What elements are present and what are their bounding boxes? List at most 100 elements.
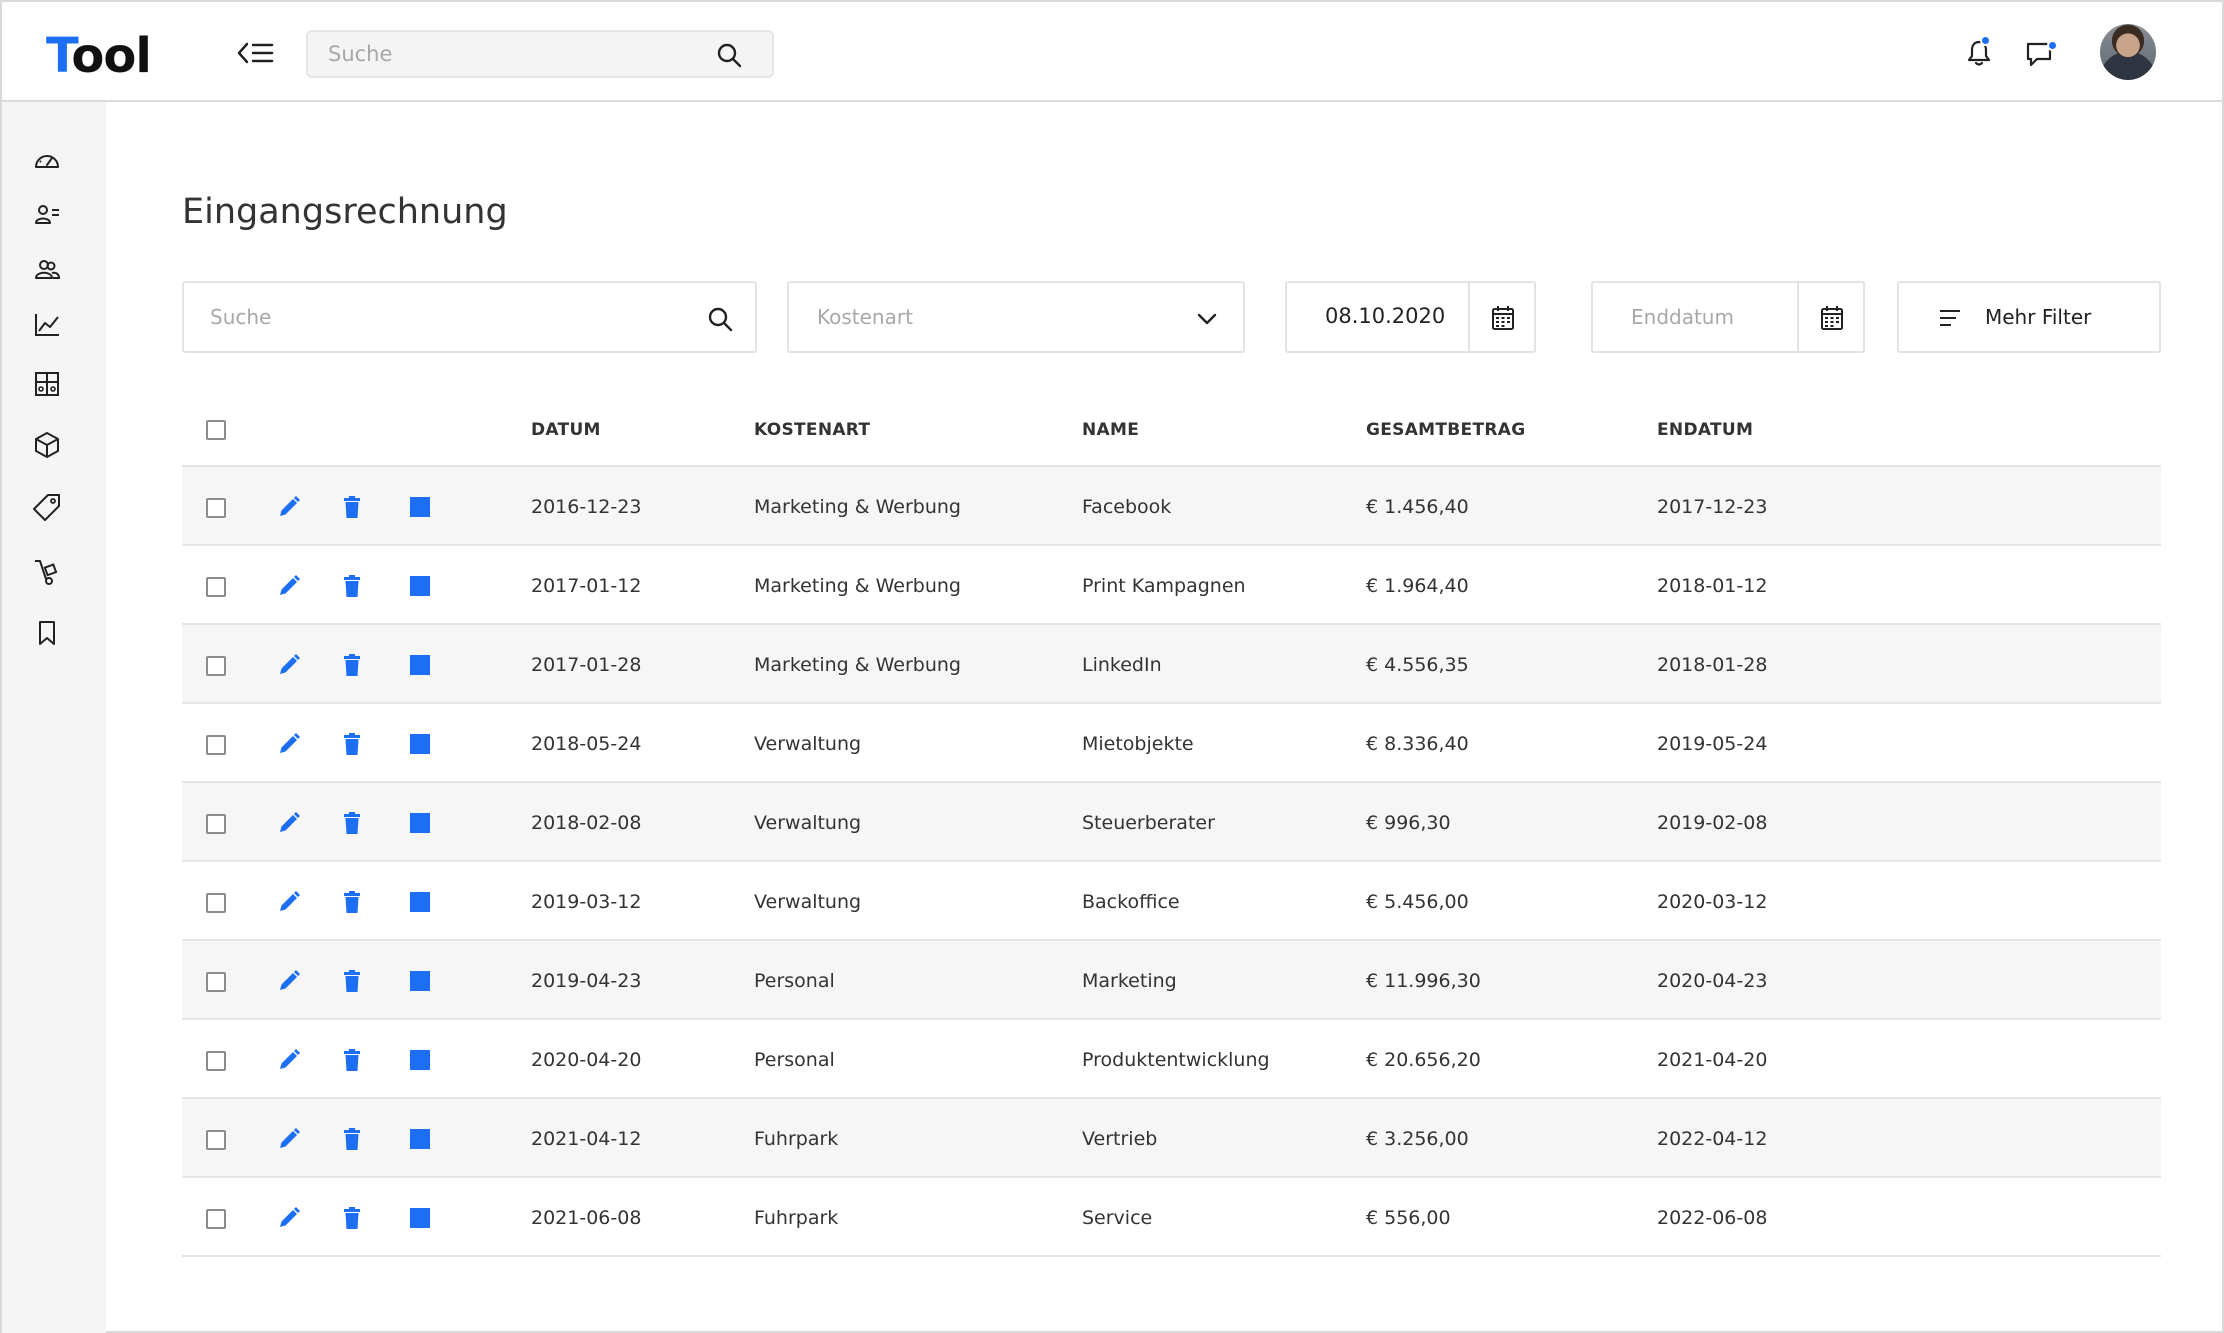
document-square-icon[interactable] — [408, 1127, 432, 1151]
chart-line-icon[interactable] — [32, 310, 62, 340]
row-checkbox[interactable] — [206, 972, 226, 992]
row-checkbox[interactable] — [206, 1130, 226, 1150]
cell-datum: 2017-01-12 — [531, 575, 642, 597]
end-date-calendar-button[interactable] — [1797, 281, 1865, 353]
end-date-field[interactable]: Enddatum — [1591, 281, 1865, 353]
more-filters-button[interactable]: Mehr Filter — [1897, 281, 2161, 353]
table-row[interactable]: 2021-04-12 Fuhrpark Vertrieb € 3.256,00 2022… — [182, 1099, 2161, 1178]
table-row[interactable]: 2019-04-23 Personal Marketing € 11.996,30 20… — [182, 941, 2161, 1020]
table-row[interactable]: 2018-02-08 Verwaltung Steuerberater € 996,3… — [182, 783, 2161, 862]
trash-delete-icon[interactable] — [340, 653, 364, 677]
document-square-icon[interactable] — [408, 732, 432, 756]
contacts-list-icon[interactable] — [32, 200, 62, 230]
cell-name: LinkedIn — [1082, 654, 1162, 676]
users-group-icon[interactable] — [32, 254, 62, 284]
pencil-edit-icon[interactable] — [277, 574, 301, 598]
start-date-field[interactable]: 08.10.2020 — [1285, 281, 1536, 353]
cell-name: Service — [1082, 1207, 1153, 1229]
hand-truck-icon[interactable] — [32, 557, 62, 587]
trash-delete-icon[interactable] — [340, 811, 364, 835]
global-search-input[interactable] — [328, 38, 708, 70]
trash-delete-icon[interactable] — [340, 969, 364, 993]
table-row[interactable]: 2020-04-20 Personal Produktentwicklung € 20… — [182, 1020, 2161, 1099]
table-row[interactable]: 2017-01-28 Marketing & Werbung LinkedIn € 4… — [182, 625, 2161, 704]
trash-delete-icon[interactable] — [340, 574, 364, 598]
sidebar — [2, 102, 106, 1333]
collapse-menu-icon[interactable] — [236, 38, 276, 68]
package-box-icon[interactable] — [32, 430, 62, 460]
chat-icon[interactable] — [2024, 38, 2058, 70]
layout-grid-icon[interactable] — [32, 369, 62, 399]
cell-datum: 2016-12-23 — [531, 496, 642, 518]
pencil-edit-icon[interactable] — [277, 811, 301, 835]
table-row[interactable]: 2016-12-23 Marketing & Werbung Facebook € 1… — [182, 467, 2161, 546]
document-square-icon[interactable] — [408, 653, 432, 677]
search-icon[interactable] — [716, 42, 742, 68]
user-avatar[interactable] — [2100, 24, 2156, 80]
select-all-checkbox[interactable] — [206, 420, 226, 440]
column-header-datum[interactable]: DATUM — [531, 420, 601, 440]
document-square-icon[interactable] — [408, 1048, 432, 1072]
cell-kostenart: Verwaltung — [754, 891, 862, 913]
pencil-edit-icon[interactable] — [277, 1206, 301, 1230]
column-header-name[interactable]: NAME — [1082, 420, 1139, 440]
trash-delete-icon[interactable] — [340, 1127, 364, 1151]
dashboard-gauge-icon[interactable] — [32, 147, 62, 177]
table-row[interactable]: 2021-06-08 Fuhrpark Service € 556,00 2022-06… — [182, 1178, 2161, 1257]
row-checkbox[interactable] — [206, 735, 226, 755]
bell-icon[interactable] — [1964, 35, 1994, 68]
table-row[interactable]: 2017-01-12 Marketing & Werbung Print Kampa… — [182, 546, 2161, 625]
cell-enddatum: 2022-04-12 — [1657, 1128, 1768, 1150]
document-square-icon[interactable] — [408, 811, 432, 835]
trash-delete-icon[interactable] — [340, 890, 364, 914]
row-checkbox[interactable] — [206, 1051, 226, 1071]
column-header-enddatum[interactable]: ENDATUM — [1657, 420, 1753, 440]
trash-delete-icon[interactable] — [340, 1048, 364, 1072]
document-square-icon[interactable] — [408, 1206, 432, 1230]
cell-gesamtbetrag: € 4.556,35 — [1366, 654, 1469, 676]
start-date-calendar-button[interactable] — [1468, 281, 1536, 353]
cell-enddatum: 2018-01-28 — [1657, 654, 1768, 676]
row-checkbox[interactable] — [206, 814, 226, 834]
app-logo[interactable]: Tool — [46, 28, 152, 84]
row-checkbox[interactable] — [206, 893, 226, 913]
row-checkbox[interactable] — [206, 1209, 226, 1229]
cell-enddatum: 2018-01-12 — [1657, 575, 1768, 597]
kostenart-select[interactable]: Kostenart — [787, 281, 1245, 353]
row-checkbox[interactable] — [206, 656, 226, 676]
cell-kostenart: Marketing & Werbung — [754, 575, 961, 597]
table-row[interactable]: 2019-03-12 Verwaltung Backoffice € 5.456,00… — [182, 862, 2161, 941]
document-square-icon[interactable] — [408, 495, 432, 519]
document-square-icon[interactable] — [408, 574, 432, 598]
cell-name: Backoffice — [1082, 891, 1180, 913]
cell-enddatum: 2017-12-23 — [1657, 496, 1768, 518]
price-tag-icon[interactable] — [32, 492, 62, 522]
table-row[interactable]: 2018-05-24 Verwaltung Mietobjekte € 8.336,4… — [182, 704, 2161, 783]
document-square-icon[interactable] — [408, 890, 432, 914]
pencil-edit-icon[interactable] — [277, 1048, 301, 1072]
cell-gesamtbetrag: € 11.996,30 — [1366, 970, 1481, 992]
filter-lines-icon — [1940, 310, 1960, 326]
row-checkbox[interactable] — [206, 498, 226, 518]
pencil-edit-icon[interactable] — [277, 495, 301, 519]
bookmark-icon[interactable] — [32, 618, 62, 648]
column-header-kostenart[interactable]: KOSTENART — [754, 420, 870, 440]
row-checkbox[interactable] — [206, 577, 226, 597]
cell-gesamtbetrag: € 8.336,40 — [1366, 733, 1469, 755]
document-square-icon[interactable] — [408, 969, 432, 993]
search-icon[interactable] — [707, 306, 733, 332]
trash-delete-icon[interactable] — [340, 1206, 364, 1230]
cell-gesamtbetrag: € 1.964,40 — [1366, 575, 1469, 597]
top-bar: Tool — [2, 2, 2222, 102]
trash-delete-icon[interactable] — [340, 732, 364, 756]
pencil-edit-icon[interactable] — [277, 890, 301, 914]
pencil-edit-icon[interactable] — [277, 1127, 301, 1151]
pencil-edit-icon[interactable] — [277, 653, 301, 677]
filter-search-input[interactable] — [210, 301, 690, 333]
trash-delete-icon[interactable] — [340, 495, 364, 519]
pencil-edit-icon[interactable] — [277, 732, 301, 756]
column-header-gesamtbetrag[interactable]: GESAMTBETRAG — [1366, 420, 1525, 440]
pencil-edit-icon[interactable] — [277, 969, 301, 993]
cell-kostenart: Personal — [754, 1049, 835, 1071]
cell-enddatum: 2021-04-20 — [1657, 1049, 1768, 1071]
